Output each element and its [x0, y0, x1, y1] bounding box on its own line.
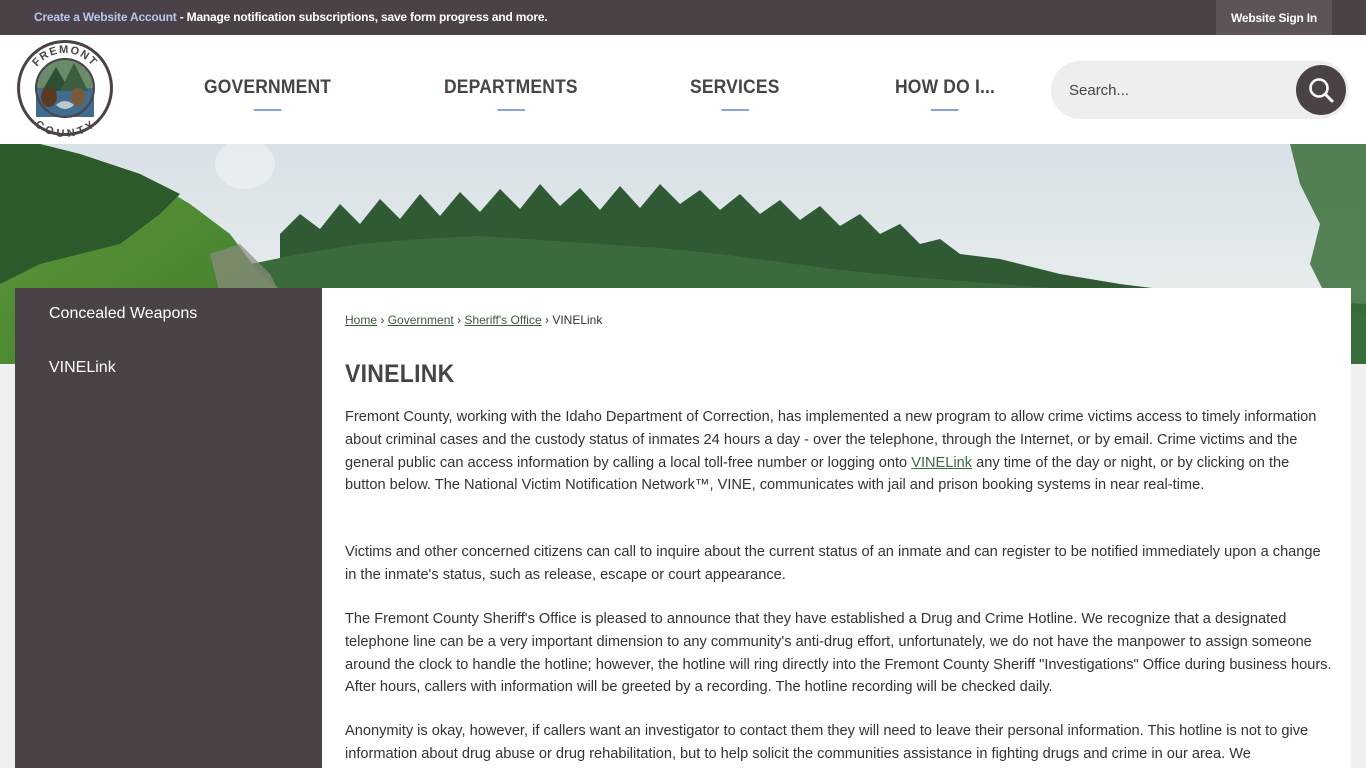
nav-underline	[497, 109, 525, 111]
paragraph-anonymity: Anonymity is okay, however, if callers w…	[345, 723, 1309, 762]
breadcrumb: Home › Government › Sheriff's Office › V…	[345, 313, 602, 327]
nav-government[interactable]: GOVERNMENT	[204, 77, 332, 111]
search-icon	[1309, 78, 1334, 103]
vinelink-inline-link[interactable]: VINELink	[911, 455, 972, 471]
sidebar-nav: Concealed Weapons VINELink	[15, 288, 322, 768]
main-content: Home › Government › Sheriff's Office › V…	[322, 288, 1351, 768]
search-button[interactable]	[1296, 65, 1346, 115]
nav-how-do-i-label: HOW DO I...	[895, 77, 996, 98]
breadcrumb-separator: ›	[544, 313, 549, 327]
search-box	[1051, 61, 1349, 119]
account-banner: Create a Website Account - Manage notifi…	[34, 10, 548, 24]
breadcrumb-government[interactable]: Government	[388, 313, 454, 327]
breadcrumb-current: VINELink	[552, 313, 603, 327]
site-header: FREMONT COUNTY GOVERNMENT DEPARTMENTS SE…	[0, 35, 1366, 144]
nav-government-label: GOVERNMENT	[204, 77, 332, 98]
breadcrumb-separator: ›	[457, 313, 462, 327]
breadcrumb-home[interactable]: Home	[345, 313, 377, 327]
account-banner-message: - Manage notification subscriptions, sav…	[176, 10, 548, 24]
nav-services[interactable]: SERVICES	[690, 77, 780, 111]
paragraph-victims: Victims and other concerned citizens can…	[345, 544, 1321, 583]
nav-how-do-i[interactable]: HOW DO I...	[895, 77, 996, 111]
nav-underline	[253, 109, 282, 111]
nav-underline	[720, 109, 749, 111]
sidebar-item-vinelink[interactable]: VINELink	[49, 359, 116, 377]
paragraph-hotline: The Fremont County Sheriff's Office is p…	[345, 611, 1332, 696]
breadcrumb-separator: ›	[380, 313, 385, 327]
county-logo[interactable]: FREMONT COUNTY	[16, 39, 114, 140]
nav-departments-label: DEPARTMENTS	[444, 77, 578, 98]
top-utility-bar: Create a Website Account - Manage notifi…	[0, 0, 1366, 35]
county-seal-icon: FREMONT COUNTY	[17, 40, 113, 140]
sidebar-item-concealed-weapons[interactable]: Concealed Weapons	[49, 305, 197, 323]
search-input[interactable]	[1069, 61, 1289, 119]
nav-underline	[931, 109, 959, 111]
nav-services-label: SERVICES	[690, 77, 780, 98]
breadcrumb-sheriffs-office[interactable]: Sheriff's Office	[464, 313, 541, 327]
create-account-link[interactable]: Create a Website Account	[34, 10, 177, 24]
nav-departments[interactable]: DEPARTMENTS	[444, 77, 578, 111]
paragraph-intro: Fremont County, working with the Idaho D…	[345, 406, 1333, 497]
page-title: VINELINK	[345, 360, 455, 388]
website-sign-in-button[interactable]: Website Sign In	[1216, 0, 1332, 35]
